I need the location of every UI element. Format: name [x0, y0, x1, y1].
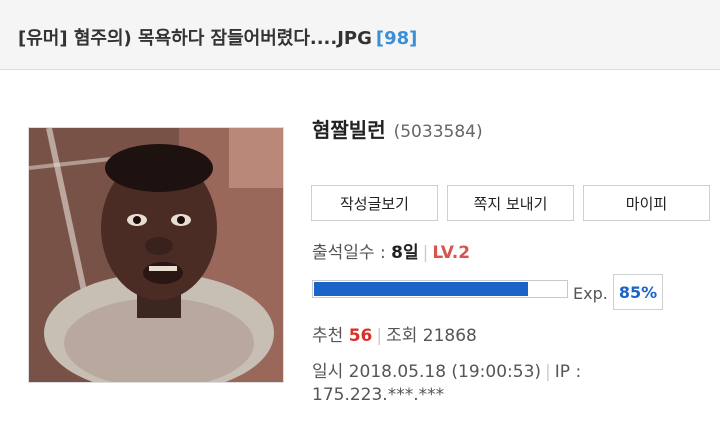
avatar-image [29, 128, 283, 382]
recommend-label: 추천 [312, 326, 344, 346]
author-avatar [28, 127, 284, 383]
author-id: (5033584) [393, 122, 483, 142]
views-label: 조회 [386, 326, 418, 346]
stats-row: 추천 56 | 조회 21868 [312, 321, 477, 346]
recommend-count: 56 [348, 326, 373, 346]
exp-progress-bar [312, 280, 568, 298]
exp-label: Exp. [573, 284, 608, 303]
author-info: 혐짤빌런 (5033584) [312, 114, 483, 143]
post-title[interactable]: [유머] 혐주의) 목욕하다 잠들어버렸다....JPG [98] [18, 24, 417, 50]
author-nickname[interactable]: 혐짤빌런 [312, 118, 386, 142]
mypi-button[interactable]: 마이피 [583, 185, 710, 221]
comment-count[interactable]: [98] [376, 28, 418, 49]
post-title-text: [유머] 혐주의) 목욕하다 잠들어버렸다....JPG [18, 28, 372, 49]
attendance-value: 8일 [391, 243, 419, 263]
exp-percent: 85% [613, 274, 663, 310]
views-count: 21868 [422, 326, 477, 346]
divider: | [376, 326, 383, 346]
post-date: 일시 2018.05.18 (19:00:53) [312, 362, 542, 382]
exp-progress-fill [314, 282, 528, 296]
send-message-button[interactable]: 쪽지 보내기 [447, 185, 574, 221]
view-posts-button[interactable]: 작성글보기 [311, 185, 438, 221]
title-bar: [유머] 혐주의) 목욕하다 잠들어버렸다....JPG [98] [0, 0, 720, 70]
post-meta: 일시 2018.05.18 (19:00:53) | IP : 175.223.**… [312, 361, 642, 407]
level-badge: LV.2 [432, 243, 471, 263]
divider: | [422, 243, 429, 263]
ip-label: IP : [554, 362, 582, 382]
divider: | [545, 362, 551, 382]
ip-address: 175.223.***.*** [312, 385, 445, 405]
attendance-row: 출석일수 : 8일 | LV.2 [312, 238, 470, 263]
attendance-label: 출석일수 : [312, 243, 386, 263]
